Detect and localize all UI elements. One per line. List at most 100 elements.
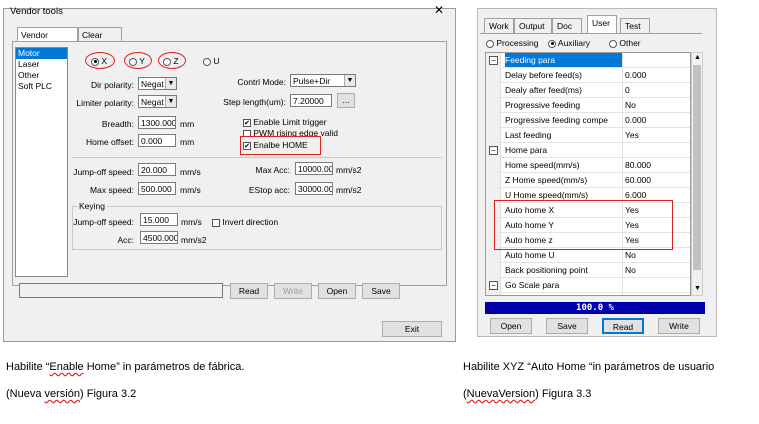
grid-category-row[interactable]: − Feeding para — [486, 53, 690, 68]
grid-category-row[interactable]: − Home para — [486, 143, 690, 158]
tab-vendor-param[interactable]: Vendor param — [17, 27, 78, 50]
list-item-laser[interactable]: Laser — [16, 59, 67, 70]
read-button[interactable]: Read — [230, 283, 268, 299]
property-value[interactable]: 0.000 — [625, 113, 646, 127]
mode-radio-other[interactable]: Other — [609, 38, 641, 48]
list-item-motor[interactable]: Motor — [16, 48, 67, 59]
property-value[interactable]: No — [625, 248, 636, 262]
property-name: Home para — [505, 145, 548, 155]
jumpoff-speed-input[interactable]: 20.000 — [138, 163, 176, 176]
grid-property-row[interactable]: Dealy after feed(ms) 0 — [486, 83, 690, 98]
grid-property-row[interactable]: Back positioning point No — [486, 263, 690, 278]
panel-save-button[interactable]: Save — [546, 318, 588, 334]
scrollbar-thumb[interactable] — [693, 65, 701, 270]
step-length-button[interactable]: ... — [337, 93, 355, 108]
limiter-polarity-select[interactable]: Negat ▼ — [138, 95, 177, 108]
mode-radio-processing[interactable]: Processing — [486, 38, 538, 48]
property-value[interactable]: 0.000 — [625, 68, 646, 82]
tab-user[interactable]: User — [587, 15, 617, 33]
acc-input[interactable]: 4500.000 — [140, 231, 178, 244]
home-offset-input[interactable]: 0.000 — [138, 134, 176, 147]
property-value[interactable]: 80.000 — [625, 158, 651, 172]
grid-property-row[interactable]: Progressive feeding No — [486, 98, 690, 113]
panel-write-button[interactable]: Write — [658, 318, 700, 334]
axis-radio-u[interactable]: U — [203, 56, 220, 66]
tab-clear-info[interactable]: Clear info — [78, 27, 122, 50]
grid-property-row[interactable]: Delay before feed(s) 0.000 — [486, 68, 690, 83]
axis-radio-x[interactable]: X — [91, 56, 107, 66]
open-button[interactable]: Open — [318, 283, 356, 299]
max-speed-input[interactable]: 500.000 — [138, 182, 176, 195]
step-length-input[interactable]: 7.20000 — [290, 94, 332, 107]
property-value[interactable]: Yes — [625, 128, 639, 142]
tab-work[interactable]: Work — [484, 18, 514, 33]
property-name: Progressive feeding — [505, 100, 581, 110]
tab-output[interactable]: Output — [514, 18, 552, 33]
property-value[interactable]: No — [625, 263, 636, 277]
property-name: Go Scale para — [505, 280, 560, 290]
dir-polarity-select[interactable]: Negat ▼ — [138, 77, 177, 90]
tab-test[interactable]: Test — [620, 18, 650, 33]
enable-home-checkbox[interactable]: ✔ Enalbe HOME — [243, 140, 308, 150]
list-item-soft-plc[interactable]: Soft PLC — [16, 81, 67, 92]
property-name: Go scale mode — [505, 293, 622, 295]
chevron-down-icon: ▼ — [165, 96, 176, 107]
breadth-input[interactable]: 1300.000 — [138, 116, 176, 129]
write-button[interactable]: Write — [274, 283, 312, 299]
dialog-title: Vendor tools — [10, 6, 63, 17]
grid-scrollbar[interactable]: ▲ ▼ — [691, 52, 703, 296]
property-value[interactable]: 60.000 — [625, 173, 651, 187]
close-icon[interactable]: ✕ — [434, 3, 444, 17]
panel-open-button[interactable]: Open — [490, 318, 532, 334]
list-item-other[interactable]: Other — [16, 70, 67, 81]
grid-property-row[interactable]: Progressive feeding compe 0.000 — [486, 113, 690, 128]
enable-limit-checkbox[interactable]: ✔ Enable Limit trigger — [243, 117, 327, 127]
chevron-down-icon: ▼ — [165, 78, 176, 89]
property-value[interactable]: 0 — [625, 83, 630, 97]
grid-category-row[interactable]: − Go Scale para — [486, 278, 690, 293]
collapse-icon[interactable]: − — [489, 146, 498, 155]
scroll-down-icon[interactable]: ▼ — [694, 285, 701, 292]
param-category-list[interactable]: Motor Laser Other Soft PLC — [15, 47, 68, 277]
axis-radio-y[interactable]: Y — [129, 56, 145, 66]
row-gutter — [486, 128, 501, 143]
property-name: Delay before feed(s) — [505, 70, 583, 80]
keying-group-title: Keying — [77, 201, 107, 211]
max-speed-label: Max speed: — [90, 185, 134, 195]
property-name: Z Home speed(mm/s) — [505, 175, 588, 185]
property-value[interactable]: No — [625, 98, 636, 112]
chevron-down-icon: ▼ — [344, 75, 355, 86]
exit-button[interactable]: Exit — [382, 321, 442, 337]
collapse-icon[interactable]: − — [489, 281, 498, 290]
max-acc-input[interactable]: 10000.00 — [295, 162, 333, 175]
progress-bar: 100.0 % — [485, 302, 705, 314]
mode-radio-auxiliary[interactable]: Auxiliary — [548, 38, 590, 48]
grid-property-row[interactable]: Last feeding Yes — [486, 128, 690, 143]
invert-direction-checkbox[interactable]: Invert direction — [212, 217, 278, 227]
property-name: Last feeding — [505, 130, 552, 140]
tab-doc[interactable]: Doc — [552, 18, 582, 33]
scroll-up-icon[interactable]: ▲ — [694, 54, 701, 61]
contrl-mode-select[interactable]: Pulse+Dir ▼ — [290, 74, 356, 87]
property-grid[interactable]: − Feeding para Delay before feed(s) 0.000 De… — [485, 52, 691, 296]
key-jumpoff-input[interactable]: 15.000 — [140, 213, 178, 226]
home-offset-unit: mm — [180, 137, 195, 147]
dir-polarity-label: Dir polarity: — [91, 80, 134, 90]
grid-property-row[interactable]: Auto home U No — [486, 248, 690, 263]
grid-property-row[interactable]: Go scale modeChord — [486, 293, 690, 295]
jumpoff-speed-unit: mm/s — [180, 167, 201, 177]
panel-read-button[interactable]: Read — [602, 318, 644, 334]
row-gutter: − — [486, 53, 501, 68]
estop-acc-label: EStop acc: — [248, 185, 290, 195]
key-jumpoff-unit: mm/s — [181, 217, 202, 227]
property-value[interactable]: Chord — [625, 293, 648, 295]
row-gutter — [486, 83, 501, 98]
property-name: Auto home U — [505, 250, 555, 260]
grid-property-row[interactable]: Home speed(mm/s) 80.000 — [486, 158, 690, 173]
collapse-icon[interactable]: − — [489, 56, 498, 65]
save-button[interactable]: Save — [362, 283, 400, 299]
row-gutter — [486, 158, 501, 173]
estop-acc-input[interactable]: 30000.00 — [295, 182, 333, 195]
axis-radio-z[interactable]: Z — [163, 56, 179, 66]
grid-property-row[interactable]: Z Home speed(mm/s) 60.000 — [486, 173, 690, 188]
